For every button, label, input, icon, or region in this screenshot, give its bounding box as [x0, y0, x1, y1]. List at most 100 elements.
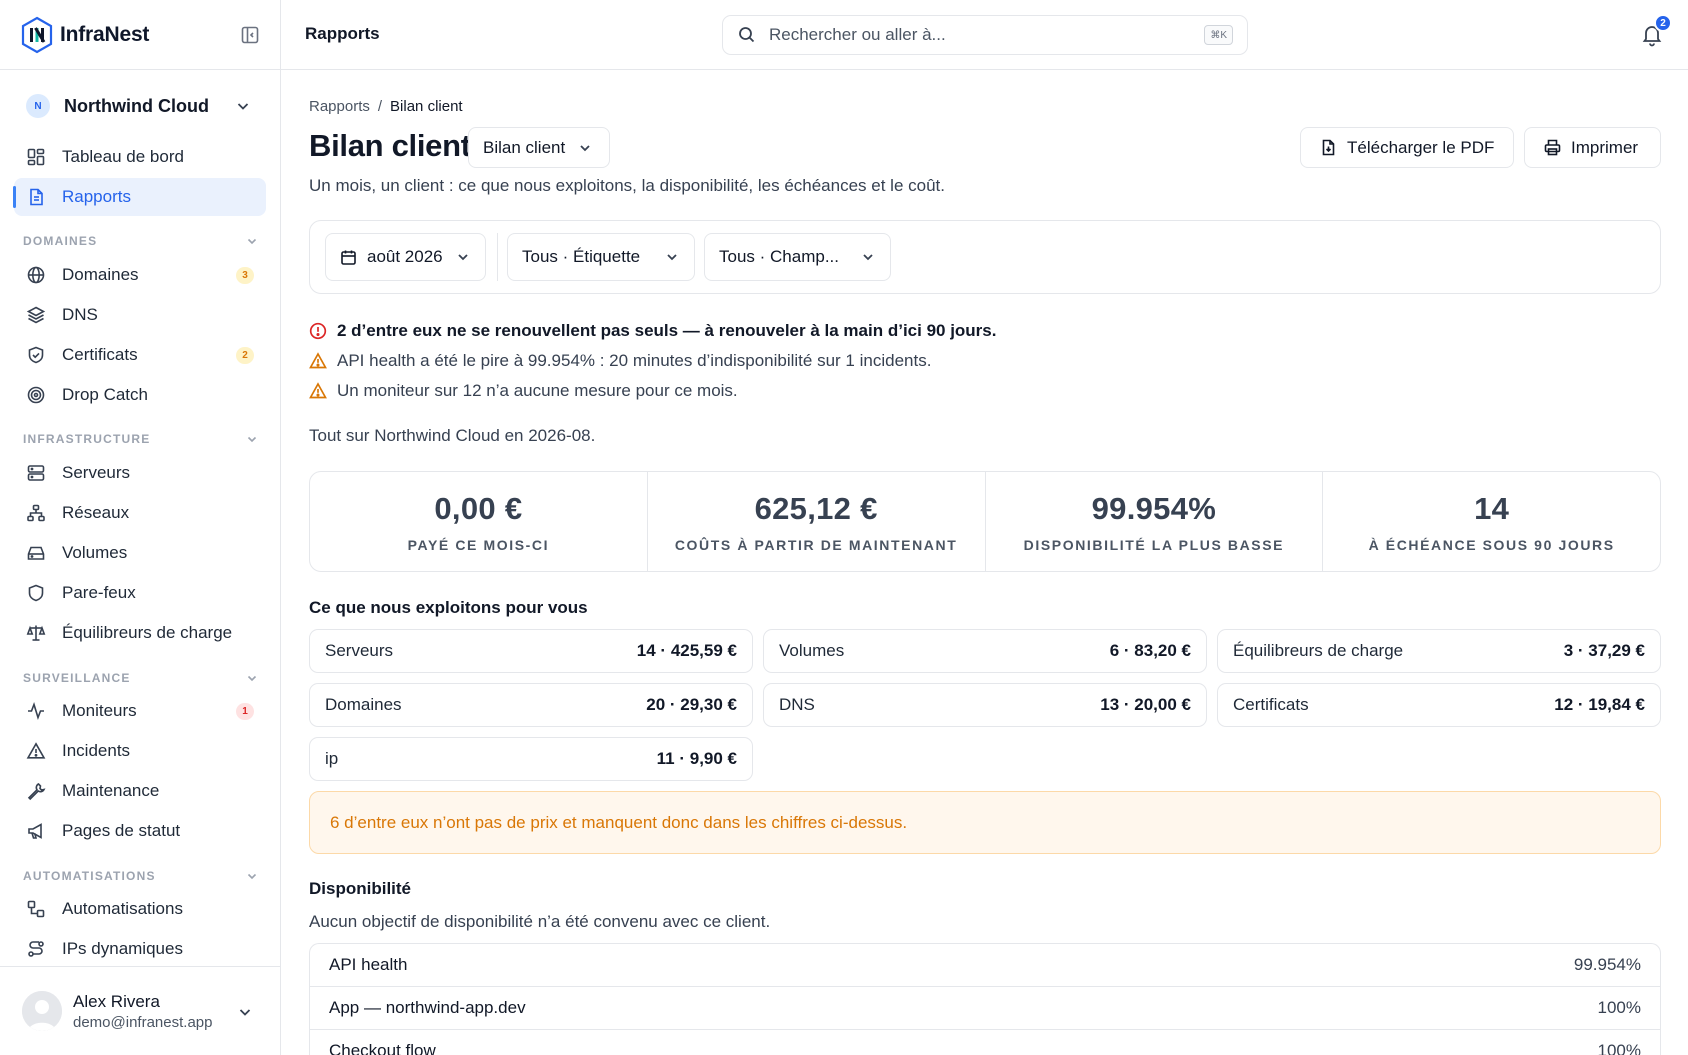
- sidebar-item-label: Moniteurs: [62, 701, 137, 720]
- section-label: SURVEILLANCE: [23, 671, 131, 685]
- sidebar-item-dropcatch[interactable]: Drop Catch: [14, 376, 266, 414]
- report-scope-summary: Tout sur Northwind Cloud en 2026-08.: [309, 426, 596, 445]
- filter-bar: août 2026 Tous · Étiquette Tous · Champ.…: [309, 220, 1661, 294]
- brand-header: InfraNest: [0, 0, 280, 70]
- section-monitoring[interactable]: SURVEILLANCE: [23, 670, 259, 686]
- alert-triangle-icon: [26, 742, 46, 759]
- uptime-table: API health 99.954% App — northwind-app.d…: [309, 943, 1661, 1055]
- chevron-down-icon: [667, 254, 677, 261]
- globe-icon: [27, 266, 45, 284]
- breadcrumb-root[interactable]: Rapports: [309, 98, 370, 115]
- alert-text: API health a été le pire à 99.954% : 20 …: [337, 351, 932, 370]
- kpi-due-90-days: 14 À ÉCHÉANCE SOUS 90 JOURS: [1323, 472, 1660, 571]
- megaphone-icon: [28, 823, 42, 839]
- notification-count-badge: 2: [1654, 14, 1672, 32]
- kpi-value: 625,12 €: [754, 490, 878, 526]
- resource-card-loadbalancers: Équilibreurs de charge 3 · 37,29 €: [1217, 629, 1661, 673]
- sidebar-item-label: Maintenance: [62, 781, 160, 800]
- user-menu[interactable]: Alex Rivera demo@infranest.app: [0, 966, 280, 1055]
- chevron-down-icon: [239, 1009, 251, 1016]
- kpi-value: 0,00 €: [434, 490, 523, 526]
- kpi-costs-from-now: 625,12 € COÛTS À PARTIR DE MAINTENANT: [648, 472, 986, 571]
- sidebar-collapse-icon[interactable]: [240, 25, 260, 45]
- download-pdf-label: Télécharger le PDF: [1347, 137, 1495, 157]
- resource-card-domains: Domaines 20 · 29,30 €: [309, 683, 753, 727]
- filter-divider: [497, 233, 498, 281]
- field-filter[interactable]: Tous · Champ...: [704, 233, 891, 281]
- resource-name: Volumes: [779, 641, 845, 660]
- report-type-select[interactable]: Bilan client: [468, 127, 611, 168]
- sidebar-item-dns[interactable]: DNS: [14, 296, 266, 334]
- sidebar-item-automations[interactable]: Automatisations: [14, 890, 266, 928]
- scale-icon: [26, 625, 46, 641]
- sidebar-item-statuspages[interactable]: Pages de statut: [14, 812, 266, 850]
- alert-text: Un moniteur sur 12 n’a aucune mesure pou…: [337, 381, 738, 400]
- sidebar-item-dynips[interactable]: IPs dynamiques: [14, 930, 266, 968]
- chevron-down-icon: [580, 144, 590, 151]
- month-filter-value: août 2026: [367, 247, 443, 266]
- sidebar-item-dashboard[interactable]: Tableau de bord: [14, 138, 266, 176]
- search-input[interactable]: [769, 25, 1189, 45]
- target-icon: [27, 386, 45, 404]
- workspace-switcher[interactable]: N Northwind Cloud: [0, 71, 280, 141]
- shield-check-icon: [28, 346, 44, 364]
- brand-name: InfraNest: [60, 22, 150, 46]
- sidebar-item-label: Tableau de bord: [62, 147, 184, 166]
- sidebar-item-firewalls[interactable]: Pare-feux: [14, 574, 266, 612]
- table-row: App — northwind-app.dev 100%: [310, 987, 1660, 1030]
- kpi-lowest-uptime: 99.954% DISPONIBILITÉ LA PLUS BASSE: [986, 472, 1324, 571]
- table-row: API health 99.954%: [310, 944, 1660, 987]
- sidebar-item-label: Domaines: [62, 265, 139, 284]
- sidebar-item-networks[interactable]: Réseaux: [14, 494, 266, 532]
- sidebar-item-monitors[interactable]: Moniteurs 1: [14, 692, 266, 730]
- alert-renewal: 2 d’entre eux ne se renouvellent pas seu…: [309, 321, 996, 341]
- resource-value: 6 · 83,20 €: [1109, 641, 1191, 660]
- chevron-down-icon: [863, 254, 873, 261]
- chevron-down-icon: [247, 873, 257, 880]
- availability-note: Aucun objectif de disponibilité n’a été …: [309, 912, 771, 931]
- sidebar-item-maintenance[interactable]: Maintenance: [14, 772, 266, 810]
- user-avatar-icon: [22, 991, 62, 1031]
- avatar: [22, 991, 62, 1031]
- sidebar-item-domains[interactable]: Domaines 3: [14, 256, 266, 294]
- sidebar-item-label: Drop Catch: [62, 385, 148, 404]
- sidebar-item-servers[interactable]: Serveurs: [14, 454, 266, 492]
- kpi-label: DISPONIBILITÉ LA PLUS BASSE: [1023, 536, 1285, 553]
- printer-icon: [1544, 139, 1561, 156]
- sidebar-item-label: Volumes: [62, 543, 128, 562]
- section-infrastructure[interactable]: INFRASTRUCTURE: [23, 431, 259, 447]
- topbar: Rapports ⌘K 2: [281, 0, 1688, 70]
- sidebar-item-certificates[interactable]: Certificats 2: [14, 336, 266, 374]
- tag-filter[interactable]: Tous · Étiquette: [507, 233, 695, 281]
- count-badge: 2: [236, 347, 254, 364]
- sidebar-item-reports[interactable]: Rapports: [13, 178, 266, 216]
- unpriced-notice: 6 d’entre eux n’ont pas de prix et manqu…: [309, 791, 1661, 854]
- kpi-summary: 0,00 € PAYÉ CE MOIS-CI 625,12 € COÛTS À …: [309, 471, 1661, 572]
- route-icon: [28, 941, 44, 957]
- section-domains[interactable]: DOMAINES: [23, 233, 259, 249]
- sidebar-item-label: Rapports: [62, 187, 131, 206]
- section-automation[interactable]: AUTOMATISATIONS: [23, 868, 259, 884]
- sidebar-item-volumes[interactable]: Volumes: [14, 534, 266, 572]
- resource-name: ip: [325, 749, 339, 768]
- print-button[interactable]: Imprimer: [1524, 127, 1661, 168]
- breadcrumb-separator: /: [377, 98, 383, 115]
- alert-missing-measures: Un moniteur sur 12 n’a aucune mesure pou…: [309, 381, 738, 401]
- sidebar-item-loadbalancers[interactable]: Équilibreurs de charge: [14, 614, 266, 652]
- download-pdf-button[interactable]: Télécharger le PDF: [1300, 127, 1515, 168]
- search-box[interactable]: ⌘K: [722, 15, 1248, 55]
- month-filter[interactable]: août 2026: [325, 233, 486, 281]
- sidebar-item-label: Automatisations: [62, 899, 183, 918]
- monitor-uptime: 100%: [1597, 1041, 1641, 1055]
- section-label: AUTOMATISATIONS: [23, 869, 156, 883]
- resource-card-dns: DNS 13 · 20,00 €: [763, 683, 1207, 727]
- section-label: DOMAINES: [23, 234, 98, 248]
- resource-value: 3 · 37,29 €: [1563, 641, 1645, 660]
- sidebar-item-label: Réseaux: [62, 503, 130, 522]
- notifications-button[interactable]: 2: [1640, 14, 1672, 48]
- resource-card-servers: Serveurs 14 · 425,59 €: [309, 629, 753, 673]
- chevron-down-icon: [458, 254, 468, 261]
- sidebar-item-incidents[interactable]: Incidents: [14, 732, 266, 770]
- resource-value: 20 · 29,30 €: [646, 695, 737, 714]
- table-row: Checkout flow 100%: [310, 1030, 1660, 1055]
